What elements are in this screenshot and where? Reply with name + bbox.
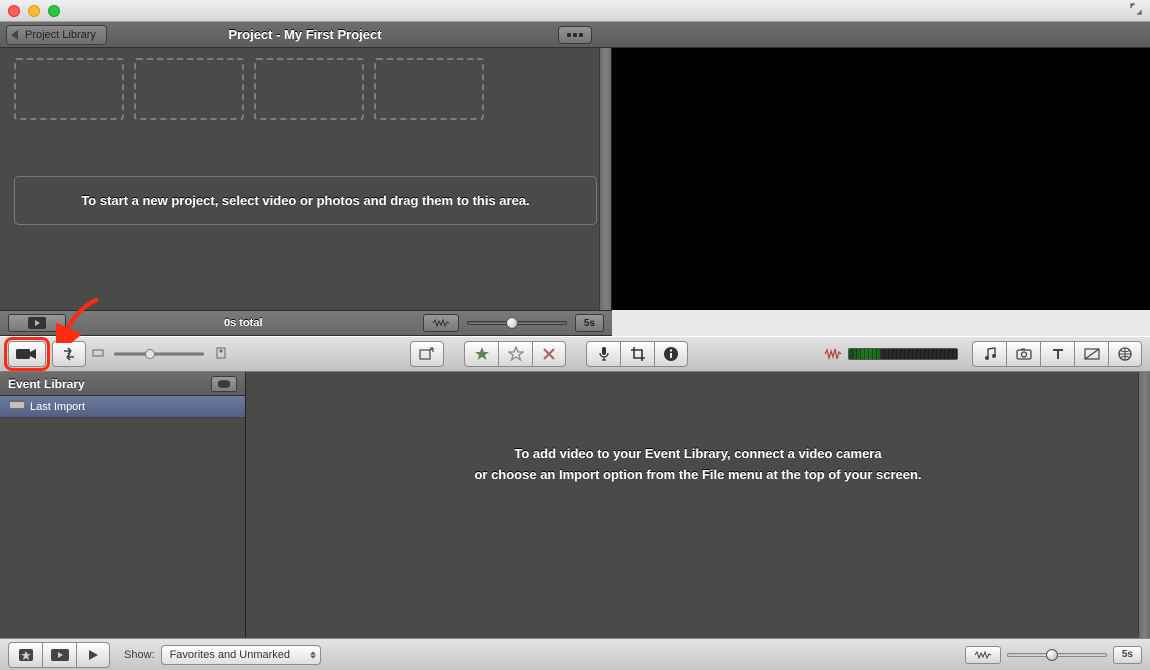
play-project-button[interactable] [8,314,66,332]
preview-viewer [612,48,1150,310]
thumb-large-icon [214,346,228,363]
project-status-bar: 0s total 5s [0,310,612,336]
event-hint-line1: To add video to your Event Library, conn… [246,444,1150,465]
crop-button[interactable] [620,341,654,367]
import-camera-button[interactable] [8,341,46,367]
keyword-filter-button[interactable] [8,642,42,668]
disk-toggle-button[interactable] [211,376,237,392]
back-button-label: Project Library [25,29,96,41]
edit-tools-group [586,341,688,367]
project-header: Project Library Project - My First Proje… [0,22,1150,48]
zoom-seconds-label: 5s [575,314,604,332]
clip-placeholders [0,48,611,130]
event-item-last-import[interactable]: Last Import [0,396,245,418]
lower-pane: Event Library Last Import To add video t… [0,372,1150,638]
clip-placeholder [14,58,124,120]
show-label: Show: [124,649,155,661]
marking-group [464,341,566,367]
clip-placeholder [374,58,484,120]
audio-meter-bar [848,348,958,360]
event-item-icon [10,400,24,413]
play-fullscreen-button[interactable] [42,642,76,668]
media-browsers-group [972,341,1142,367]
select-chevron-icon [310,651,316,658]
project-scrollbar[interactable] [599,48,611,310]
music-browser-button[interactable] [972,341,1006,367]
project-duration: 0s total [224,317,263,329]
maps-globe-button[interactable] [1108,341,1142,367]
photo-browser-button[interactable] [1006,341,1040,367]
project-library-back-button[interactable]: Project Library [6,25,107,45]
event-zoom-label: 5s [1113,646,1142,664]
bottom-bar: Show: Favorites and Unmarked 5s [0,638,1150,670]
upper-pane: To start a new project, select video or … [0,48,1150,310]
unmark-button[interactable] [498,341,532,367]
clip-placeholder [134,58,244,120]
show-filter-select[interactable]: Favorites and Unmarked [161,645,321,665]
event-waveform-toggle[interactable] [965,646,1001,664]
event-library-panel: Event Library Last Import [0,372,246,638]
show-filter-value: Favorites and Unmarked [170,649,290,661]
event-content-area[interactable]: To add video to your Event Library, conn… [246,372,1150,638]
event-hint-line2: or choose an Import option from the File… [246,465,1150,486]
voiceover-button[interactable] [586,341,620,367]
zoom-window-button[interactable] [48,5,60,17]
event-item-label: Last Import [30,401,85,413]
event-hint: To add video to your Event Library, conn… [246,444,1150,486]
titles-browser-button[interactable] [1040,341,1074,367]
project-timeline-area[interactable]: To start a new project, select video or … [0,48,612,310]
project-options-button[interactable] [558,26,592,44]
thumbnail-size-slider[interactable] [114,349,204,359]
frame-export-button[interactable] [410,341,444,367]
swap-panes-button[interactable] [52,341,86,367]
window-titlebar [0,0,1150,22]
traffic-lights [8,5,60,17]
inspector-button[interactable] [654,341,688,367]
thumb-small-icon [92,347,104,362]
audio-meter-icon [822,343,844,365]
audio-waveform-toggle[interactable] [423,314,459,332]
event-scrollbar[interactable] [1138,372,1150,638]
audio-level-meter [822,343,958,365]
event-library-header: Event Library [0,372,245,396]
mark-favorite-button[interactable] [464,341,498,367]
main-toolbar [0,336,1150,372]
play-button[interactable] [76,642,110,668]
project-hint: To start a new project, select video or … [14,176,597,225]
event-zoom-slider[interactable] [1007,646,1107,664]
minimize-window-button[interactable] [28,5,40,17]
playback-group [8,642,110,668]
transitions-browser-button[interactable] [1074,341,1108,367]
fullscreen-icon[interactable] [1130,3,1142,18]
thumbnail-zoom-slider[interactable] [467,314,567,332]
reject-button[interactable] [532,341,566,367]
event-library-title: Event Library [8,377,85,391]
clip-placeholder [254,58,364,120]
close-window-button[interactable] [8,5,20,17]
